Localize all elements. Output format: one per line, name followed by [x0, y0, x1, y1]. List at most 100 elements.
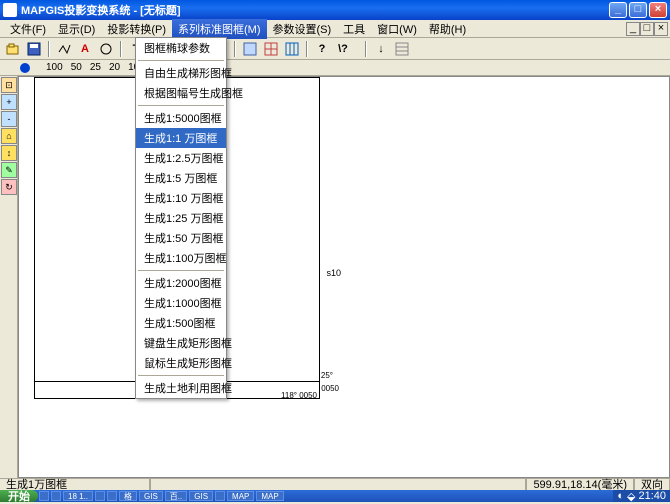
grid1-icon[interactable] — [241, 40, 259, 58]
menu-separator — [138, 60, 224, 61]
dd-scale-5w[interactable]: 生成1:5 万图框 — [136, 168, 226, 188]
dd-scale-1000[interactable]: 生成1:1000图框 — [136, 293, 226, 313]
mdi-close-button[interactable]: × — [654, 22, 668, 36]
dd-keyboard-rect[interactable]: 键盘生成矩形图框 — [136, 333, 226, 353]
tool-refresh-icon[interactable]: ↻ — [1, 179, 17, 195]
taskbar: 开始 18 1.. 格 GIS 百.. GIS MAP MAP ◐ ⬙ 21:4… — [0, 490, 670, 502]
task-item[interactable]: 百.. — [165, 491, 187, 501]
status-mode: 双向 — [634, 479, 670, 491]
dd-scale-500[interactable]: 生成1:500图框 — [136, 313, 226, 333]
ruler-val[interactable]: 50 — [71, 62, 82, 73]
tool-brush-icon[interactable]: ✎ — [1, 162, 17, 178]
mdi-minimize-button[interactable]: _ — [626, 22, 640, 36]
circle-icon[interactable] — [97, 40, 115, 58]
dd-scale-25w[interactable]: 生成1:25 万图框 — [136, 208, 226, 228]
ruler-dot-icon — [20, 63, 30, 73]
menu-separator — [138, 375, 224, 376]
fit-icon[interactable]: ⊡ — [1, 77, 17, 93]
task-item[interactable] — [51, 491, 61, 501]
task-item[interactable]: GIS — [189, 491, 213, 501]
dropdown-series-frames: 图框椭球参数 自由生成梯形图框 根据图幅号生成图框 生成1:5000图框 生成1… — [135, 37, 227, 399]
task-item[interactable] — [39, 491, 49, 501]
dd-scale-100w[interactable]: 生成1:100万图框 — [136, 248, 226, 268]
toolbar: A T ← → ↕ ? \? ↓ — [0, 38, 670, 60]
dd-scale-2-5w[interactable]: 生成1:2.5万图框 — [136, 148, 226, 168]
separator — [234, 41, 236, 57]
save-icon[interactable] — [25, 40, 43, 58]
menu-separator — [138, 105, 224, 106]
window-title: MAPGIS投影变换系统 - [无标题] — [21, 2, 609, 18]
minimize-button[interactable]: _ — [609, 2, 627, 18]
task-item[interactable]: GIS — [139, 491, 163, 501]
menu-window[interactable]: 窗口(W) — [371, 19, 423, 39]
frame-label: 118° 0050 — [281, 391, 317, 400]
dd-by-sheetnum[interactable]: 根据图幅号生成图框 — [136, 83, 226, 103]
map-canvas[interactable]: s10 25° 0050 300 02 118° 0050 — [18, 76, 670, 478]
dd-scale-5000[interactable]: 生成1:5000图框 — [136, 108, 226, 128]
frame-label: 25° — [321, 371, 333, 380]
task-item[interactable] — [95, 491, 105, 501]
menu-tools[interactable]: 工具 — [337, 19, 371, 39]
dd-scale-1w[interactable]: 生成1:1 万图框 — [136, 128, 226, 148]
tray-icon[interactable]: ◐ — [617, 490, 624, 502]
separator — [365, 41, 367, 57]
task-item[interactable]: 18 1.. — [63, 491, 93, 501]
pan-icon[interactable]: ↕ — [1, 145, 17, 161]
dd-free-trapezoid[interactable]: 自由生成梯形图框 — [136, 63, 226, 83]
menubar: 文件(F) 显示(D) 投影转换(P) 系列标准图框(M) 参数设置(S) 工具… — [0, 20, 670, 38]
ruler-val[interactable]: 20 — [109, 62, 120, 73]
status-coords: 599.91,18.14(毫米) — [526, 479, 634, 491]
system-tray[interactable]: ◐ ⬙ 21:40 — [613, 490, 670, 502]
mdi-buttons: _ □ × — [626, 22, 668, 36]
context-help-icon[interactable]: \? — [334, 40, 352, 58]
grid3-icon[interactable] — [283, 40, 301, 58]
frame-label: s10 — [326, 268, 341, 278]
status-spacer — [150, 479, 526, 491]
zoom-out-icon[interactable]: - — [1, 111, 17, 127]
task-item[interactable] — [107, 491, 117, 501]
workarea: ⊡ + - ⌂ ↕ ✎ ↻ s10 25° 0050 300 02 118° 0… — [0, 76, 670, 478]
menu-params[interactable]: 参数设置(S) — [267, 19, 338, 39]
task-item[interactable] — [215, 491, 225, 501]
tray-icon[interactable]: ⬙ — [627, 490, 635, 503]
menu-separator — [138, 270, 224, 271]
help-icon[interactable]: ? — [313, 40, 331, 58]
window-buttons: _ □ × — [609, 2, 667, 18]
statusbar: 生成1万图框 599.91,18.14(毫米) 双向 — [0, 478, 670, 490]
close-button[interactable]: × — [649, 2, 667, 18]
ruler-val[interactable]: 100 — [46, 62, 63, 73]
task-item[interactable]: MAP — [256, 491, 283, 501]
grid2-icon[interactable] — [262, 40, 280, 58]
grid4-icon[interactable] — [393, 40, 411, 58]
maximize-button[interactable]: □ — [629, 2, 647, 18]
menu-projection[interactable]: 投影转换(P) — [101, 19, 172, 39]
app-icon — [3, 3, 17, 17]
dd-mouse-rect[interactable]: 鼠标生成矩形图框 — [136, 353, 226, 373]
arrow-down-icon[interactable]: ↓ — [372, 40, 390, 58]
start-button[interactable]: 开始 — [0, 490, 38, 502]
dd-scale-50w[interactable]: 生成1:50 万图框 — [136, 228, 226, 248]
dd-landuse-frame[interactable]: 生成土地利用图框 — [136, 378, 226, 398]
task-item[interactable]: 格 — [119, 491, 137, 501]
dd-scale-2000[interactable]: 生成1:2000图框 — [136, 273, 226, 293]
polyline-icon[interactable] — [55, 40, 73, 58]
separator — [120, 41, 122, 57]
dd-scale-10w[interactable]: 生成1:10 万图框 — [136, 188, 226, 208]
frame-label: 0050 — [321, 384, 339, 393]
task-item[interactable]: MAP — [227, 491, 254, 501]
home-icon[interactable]: ⌂ — [1, 128, 17, 144]
zoom-in-icon[interactable]: + — [1, 94, 17, 110]
ruler-val[interactable]: 25 — [90, 62, 101, 73]
tray-clock: 21:40 — [638, 490, 666, 502]
menu-display[interactable]: 显示(D) — [52, 19, 101, 39]
left-toolbox: ⊡ + - ⌂ ↕ ✎ ↻ — [0, 76, 18, 478]
open-icon[interactable] — [4, 40, 22, 58]
menu-help[interactable]: 帮助(H) — [423, 19, 472, 39]
text-icon[interactable]: A — [76, 40, 94, 58]
separator — [306, 41, 308, 57]
scale-ruler: 100 50 25 20 10 5万 — [0, 60, 670, 76]
dd-ellipse-params[interactable]: 图框椭球参数 — [136, 38, 226, 58]
mdi-restore-button[interactable]: □ — [640, 22, 654, 36]
menu-series[interactable]: 系列标准图框(M) — [172, 19, 267, 39]
menu-file[interactable]: 文件(F) — [4, 19, 52, 39]
